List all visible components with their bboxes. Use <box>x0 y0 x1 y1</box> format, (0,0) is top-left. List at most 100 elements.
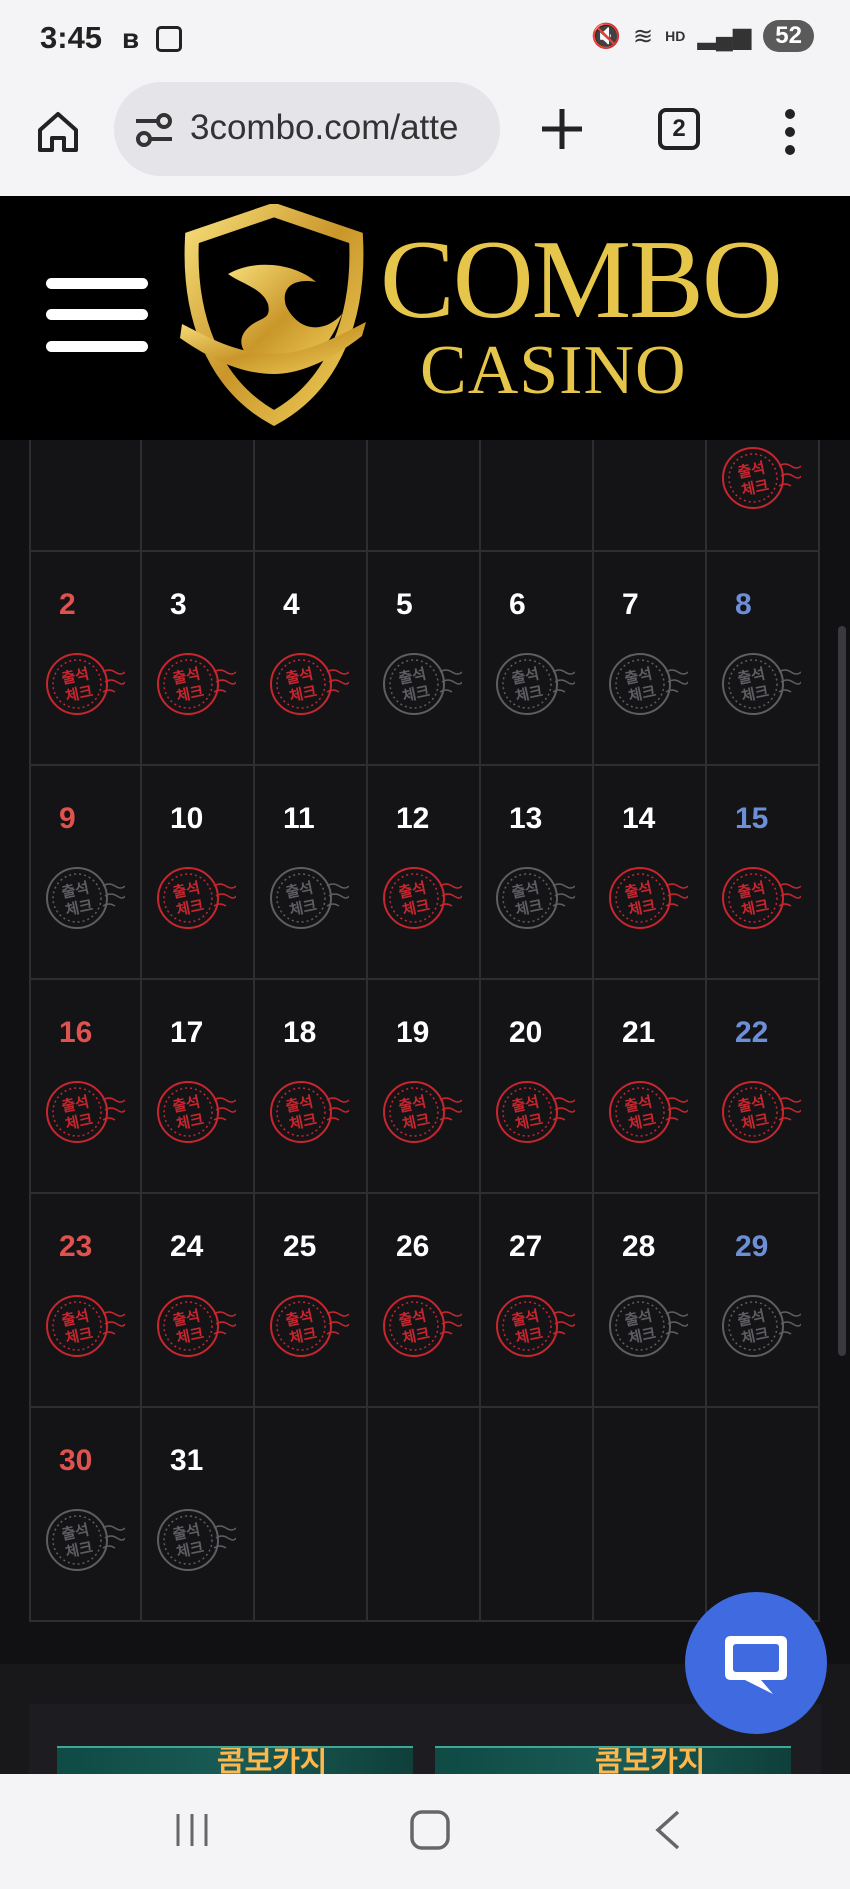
attendance-stamp-icon: 출석체크 <box>722 653 801 715</box>
page-scrollbar[interactable] <box>838 626 846 1356</box>
calendar-day-cell[interactable]: 21 출석 체크 <box>594 980 707 1194</box>
calendar-day-cell[interactable]: 12 출석 체크 <box>368 766 481 980</box>
calendar-day-cell[interactable]: 29 출석 체크 <box>707 1194 820 1408</box>
attendance-stamp-icon: 출석체크 <box>270 653 349 715</box>
hamburger-menu-icon[interactable] <box>46 278 148 352</box>
attendance-stamp-icon: 출석체크 <box>722 1081 801 1143</box>
calendar-day-cell[interactable]: 27 출석 체크 <box>481 1194 594 1408</box>
calendar-day-cell[interactable]: 10 출석 체크 <box>142 766 255 980</box>
more-menu-icon[interactable] <box>780 108 800 156</box>
back-button-icon[interactable] <box>650 1808 686 1852</box>
calendar-week-partial: 출석 체크 <box>29 440 821 552</box>
browser-toolbar: 3combo.com/atte 2 <box>0 80 850 196</box>
calendar-day-number: 16 <box>59 1016 93 1049</box>
calendar-day-number: 28 <box>622 1230 656 1263</box>
shield-logo-icon[interactable] <box>176 204 372 426</box>
url-text[interactable]: 3combo.com/atte <box>190 108 458 148</box>
calendar-day-cell[interactable]: 16 출석 체크 <box>29 980 142 1194</box>
calendar-day-cell[interactable]: 23 출석 체크 <box>29 1194 142 1408</box>
attendance-stamp-icon: 출석체크 <box>496 1081 575 1143</box>
calendar-day-cell[interactable]: 9 출석 체크 <box>29 766 142 980</box>
attendance-stamp-icon: 출석체크 <box>609 653 688 715</box>
calendar-day-cell[interactable]: 13 출석 체크 <box>481 766 594 980</box>
calendar-day-number: 22 <box>735 1016 769 1049</box>
calendar-day-cell <box>594 1408 707 1622</box>
calendar-day-number: 4 <box>283 588 300 621</box>
tab-switcher-button[interactable]: 2 <box>658 108 700 150</box>
status-icons: 🔇 ≋ HD ▂▄▆ 52 <box>591 20 814 52</box>
calendar-day-cell[interactable]: 17 출석 체크 <box>142 980 255 1194</box>
attendance-calendar: 출석 체크 2 출석 체크 3 출석 체크 4 출석 체크 5 출석 체크 6 출석 체크 7 출석 체크 8 출석 체크 9… <box>29 440 821 1622</box>
attendance-stamp-icon: 출석체크 <box>157 867 236 929</box>
calendar-day-cell <box>481 1408 594 1622</box>
calendar-day-number: 2 <box>59 588 76 621</box>
signal-icon: ▂▄▆ <box>697 22 752 50</box>
calendar-day-number: 20 <box>509 1016 543 1049</box>
calendar-day-cell[interactable]: 5 출석 체크 <box>368 552 481 766</box>
calendar-day-cell[interactable]: 26 출석 체크 <box>368 1194 481 1408</box>
attendance-stamp-icon: 출석체크 <box>383 867 462 929</box>
calendar-day-cell <box>707 1408 820 1622</box>
calendar-day-cell[interactable]: 11 출석 체크 <box>255 766 368 980</box>
logo-text-casino: CASINO <box>420 332 687 409</box>
attendance-stamp-icon: 출석체크 <box>609 1295 688 1357</box>
address-bar[interactable]: 3combo.com/atte <box>114 82 500 176</box>
calendar-day-cell[interactable]: 25 출석 체크 <box>255 1194 368 1408</box>
calendar-day-number: 5 <box>396 588 413 621</box>
calendar-day-cell[interactable]: 14 출석 체크 <box>594 766 707 980</box>
calendar-day-number: 31 <box>170 1444 204 1477</box>
calendar-day-cell[interactable]: 28 출석 체크 <box>594 1194 707 1408</box>
live-chat-button[interactable] <box>685 1592 827 1734</box>
calendar-day-cell[interactable]: 20 출석 체크 <box>481 980 594 1194</box>
calendar-day-cell[interactable]: 3 출석 체크 <box>142 552 255 766</box>
promo-banner-2[interactable]: 콤보카지 <box>435 1746 791 1776</box>
calendar-day-cell[interactable]: 15 출석 체크 <box>707 766 820 980</box>
home-icon[interactable] <box>34 108 82 156</box>
calendar-day-number: 25 <box>283 1230 317 1263</box>
calendar-day-number: 10 <box>170 802 204 835</box>
calendar-day-cell[interactable]: 30 출석 체크 <box>29 1408 142 1622</box>
calendar-day-cell[interactable]: 4 출석 체크 <box>255 552 368 766</box>
calendar-day-cell[interactable]: 7 출석 체크 <box>594 552 707 766</box>
chat-bubble-icon <box>725 1636 787 1694</box>
calendar-day-number: 26 <box>396 1230 430 1263</box>
attendance-stamp-icon: 출석체크 <box>270 867 349 929</box>
attendance-stamp-icon: 출석체크 <box>46 653 125 715</box>
calendar-day-cell[interactable]: 31 출석 체크 <box>142 1408 255 1622</box>
attendance-stamp-icon: 출석체크 <box>157 1081 236 1143</box>
calendar-day-number: 3 <box>170 588 187 621</box>
attendance-stamp-icon: 출석체크 <box>46 867 125 929</box>
calendar-day-cell[interactable]: 18 출석 체크 <box>255 980 368 1194</box>
calendar-day-cell <box>255 440 368 552</box>
calendar-day-cell <box>368 1408 481 1622</box>
site-settings-icon[interactable] <box>134 112 174 148</box>
calendar-day-cell <box>481 440 594 552</box>
logo-text-combo: COMBO <box>380 218 783 342</box>
new-tab-icon[interactable] <box>538 105 586 153</box>
calendar-day-cell[interactable]: 19 출석 체크 <box>368 980 481 1194</box>
calendar-day-number: 24 <box>170 1230 204 1263</box>
calendar-day-cell[interactable]: 22 출석 체크 <box>707 980 820 1194</box>
hd-voice-icon: HD <box>665 28 686 44</box>
calendar-day-cell <box>29 440 142 552</box>
attendance-stamp-icon: 출석체크 <box>609 1081 688 1143</box>
attendance-stamp-icon: 출석체크 <box>157 653 236 715</box>
calendar-day-cell[interactable]: 24 출석 체크 <box>142 1194 255 1408</box>
calendar-day-number: 12 <box>396 802 430 835</box>
calendar-day-number: 15 <box>735 802 769 835</box>
attendance-stamp-icon: 출석체크 <box>270 1081 349 1143</box>
mute-icon: 🔇 <box>591 22 622 50</box>
calendar-week: 23 출석 체크 24 출석 체크 25 출석 체크 26 출석 체크 27 출석 체크 28 출석 체크 29 출석… <box>29 1194 821 1408</box>
calendar-week: 16 출석 체크 17 출석 체크 18 출석 체크 19 출석 체크 20 출석 체크 21 출석 체크 22 출석… <box>29 980 821 1194</box>
promo-banner-label: 콤보카지 <box>595 1746 706 1776</box>
recent-apps-icon[interactable] <box>172 1810 212 1850</box>
calendar-day-cell[interactable]: 6 출석 체크 <box>481 552 594 766</box>
calendar-week: 9 출석 체크 10 출석 체크 11 출석 체크 12 출석 체크 13 출석 체크 14 출석 체크 15 출석 체… <box>29 766 821 980</box>
calendar-day-cell[interactable]: 2 출석 체크 <box>29 552 142 766</box>
calendar-day-number: 7 <box>622 588 639 621</box>
site-header: COMBO CASINO <box>0 196 850 440</box>
home-button-icon[interactable] <box>408 1808 452 1852</box>
status-time: 3:45 <box>40 20 103 55</box>
calendar-day-cell[interactable]: 8 출석 체크 <box>707 552 820 766</box>
promo-banner-1[interactable]: 콤보카지 <box>57 1746 413 1776</box>
